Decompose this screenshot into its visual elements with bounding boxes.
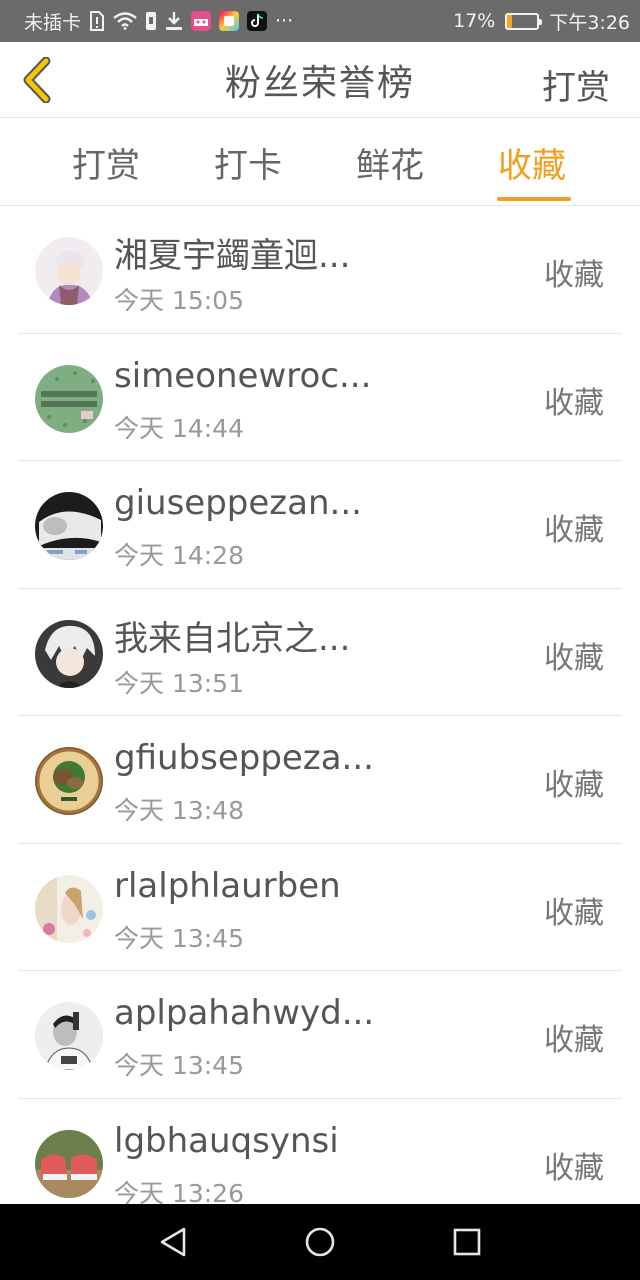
home-circle-icon — [305, 1227, 335, 1257]
user-name: giuseppezan... — [114, 483, 362, 523]
nav-home-button[interactable] — [290, 1212, 350, 1272]
tab-flowers[interactable]: 鲜花 — [319, 118, 461, 206]
tab-label: 打赏 — [72, 145, 140, 186]
user-name: 我来自北京之... — [114, 618, 351, 659]
timestamp: 今天 13:45 — [114, 923, 244, 953]
tab-label: 打卡 — [214, 145, 282, 186]
tab-label: 收藏 — [498, 145, 566, 186]
tab-checkin[interactable]: 打卡 — [177, 118, 319, 206]
avatar[interactable] — [35, 747, 103, 815]
timestamp: 今天 15:05 — [114, 286, 244, 315]
avatar[interactable] — [35, 619, 103, 688]
status-right: 17% 下午3:26 — [453, 8, 630, 35]
status-bar: 未插卡 ··· 17% 下午3:26 — [0, 0, 640, 42]
user-name: lgbhauqsynsi — [114, 1120, 339, 1161]
tab-bar: 打赏 打卡 鲜花 收藏 — [0, 118, 640, 206]
reward-header-button[interactable]: 打赏 — [542, 60, 610, 109]
avatar[interactable] — [35, 874, 103, 943]
list-item[interactable]: giuseppezan... 今天 14:28 收藏 — [18, 461, 622, 589]
action-label: 收藏 — [544, 895, 604, 931]
app-icon-pink — [191, 11, 212, 31]
user-name: gfiubseppeza... — [114, 738, 374, 778]
nav-back-button[interactable] — [143, 1212, 203, 1272]
fan-list[interactable]: 湘夏宇蠲童迴... 今天 15:05 收藏 simeonewroc... 今天 … — [0, 206, 640, 1204]
battery-percent: 17% — [453, 10, 496, 32]
action-label: 收藏 — [544, 513, 604, 548]
status-left: 未插卡 ··· — [24, 8, 453, 35]
tab-label: 鲜花 — [356, 145, 424, 186]
battery-level — [507, 14, 513, 28]
nav-recents-button[interactable] — [437, 1212, 497, 1272]
user-name: aplpahahwyd... — [114, 993, 375, 1033]
action-label: 收藏 — [544, 768, 604, 803]
action-label: 收藏 — [544, 640, 604, 676]
wifi-icon — [113, 12, 137, 30]
tab-active-indicator — [497, 197, 571, 201]
list-item[interactable]: 湘夏宇蠲童迴... 今天 15:05 收藏 — [18, 206, 622, 334]
timestamp: 今天 13:51 — [114, 668, 244, 698]
list-item[interactable]: aplpahahwyd... 今天 13:45 收藏 — [18, 971, 622, 1099]
header: 粉丝荣誉榜 打赏 — [0, 42, 640, 118]
download-icon — [165, 11, 183, 31]
timestamp: 今天 13:45 — [114, 1051, 244, 1080]
sim-icon — [145, 11, 157, 31]
back-triangle-icon — [161, 1227, 186, 1257]
avatar[interactable] — [35, 364, 103, 433]
timestamp: 今天 13:26 — [114, 1178, 244, 1205]
system-nav-bar — [0, 1204, 640, 1280]
list-item[interactable]: 我来自北京之... 今天 13:51 收藏 — [18, 589, 622, 716]
list-item[interactable]: lgbhauqsynsi 今天 13:26 收藏 — [18, 1099, 622, 1205]
tab-favorites[interactable]: 收藏 — [461, 118, 603, 206]
user-name: simeonewroc... — [114, 355, 372, 396]
recents-square-icon — [453, 1228, 480, 1256]
timestamp: 今天 13:48 — [114, 796, 244, 825]
action-label: 收藏 — [544, 1150, 604, 1186]
clock: 下午3:26 — [549, 11, 630, 34]
avatar[interactable] — [35, 1129, 103, 1198]
list-item[interactable]: rlalphlaurben 今天 13:45 收藏 — [18, 844, 622, 971]
avatar[interactable] — [35, 237, 103, 305]
more-notifications-text: ··· — [275, 10, 294, 32]
avatar[interactable] — [35, 1002, 103, 1070]
carrier-text: 未插卡 — [24, 11, 82, 34]
timestamp: 今天 14:44 — [114, 413, 244, 443]
app-icon-multicolor — [219, 11, 240, 31]
action-label: 收藏 — [544, 258, 604, 293]
user-name: rlalphlaurben — [114, 865, 341, 906]
tiktok-icon — [247, 11, 268, 31]
action-label: 收藏 — [544, 385, 604, 421]
tab-reward[interactable]: 打赏 — [35, 118, 177, 206]
user-name: 湘夏宇蠲童迴... — [114, 236, 351, 276]
action-label: 收藏 — [544, 1023, 604, 1058]
timestamp: 今天 14:28 — [114, 541, 244, 570]
list-item[interactable]: gfiubseppeza... 今天 13:48 收藏 — [18, 716, 622, 844]
battery-icon — [505, 12, 543, 30]
list-item[interactable]: simeonewroc... 今天 14:44 收藏 — [18, 334, 622, 461]
avatar[interactable] — [35, 492, 103, 560]
sim-alert-icon — [89, 11, 105, 31]
